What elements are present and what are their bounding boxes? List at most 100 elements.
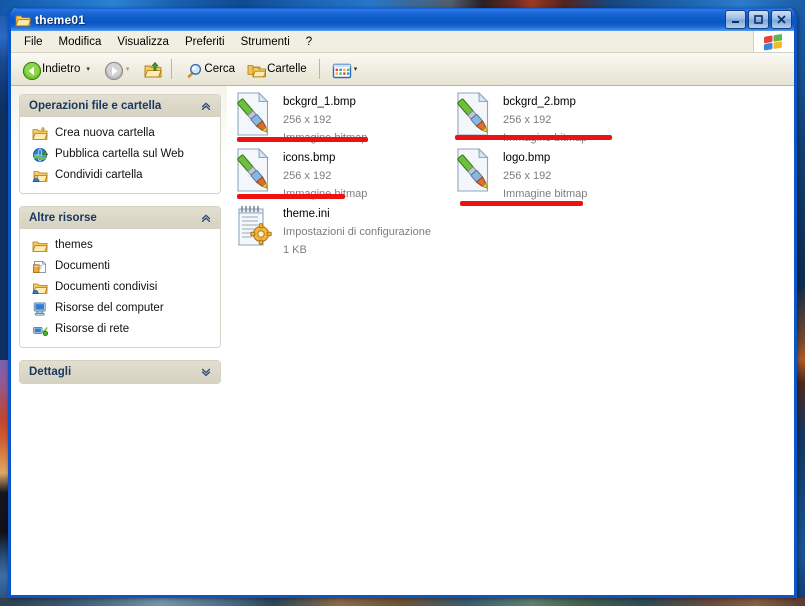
menu-preferiti[interactable]: Preferiti [177, 34, 233, 50]
sidebar-item-documenti-condivisi[interactable]: Documenti condivisi [20, 277, 220, 298]
panel-other-places-header[interactable]: Altre risorse [20, 207, 220, 229]
window-controls [725, 10, 792, 29]
sidebar-item-label: Risorse di rete [55, 323, 130, 335]
chevron-up-icon[interactable] [198, 210, 214, 226]
magnifier-icon [184, 61, 202, 78]
file-list[interactable]: bckgrd_1.bmp 256 x 192 Immagine bitmap [227, 86, 794, 595]
panel-details: Dettagli [19, 360, 221, 384]
file-name: icons.bmp [283, 152, 336, 164]
sidebar-item-label: Pubblica cartella sul Web [55, 148, 184, 160]
file-name: bckgrd_1.bmp [283, 96, 356, 108]
forward-caret-icon[interactable]: ▾ [126, 66, 130, 73]
sidebar-item-label: Documenti [55, 260, 110, 272]
back-arrow-icon [22, 61, 42, 81]
sidebar-item-risorse-di-rete[interactable]: Risorse di rete [20, 319, 220, 340]
sidebar-item-label: Documenti condivisi [55, 281, 158, 293]
bitmap-image-icon [451, 90, 495, 138]
views-icon [332, 61, 351, 79]
windows-flag-icon [753, 31, 794, 52]
bitmap-image-icon [451, 146, 495, 194]
window-title: theme01 [35, 12, 86, 27]
menu-modifica[interactable]: Modifica [51, 34, 110, 50]
my-computer-icon [32, 301, 48, 317]
sidebar-item-pubblica-cartella-sul-web[interactable]: Pubblica cartella sul Web [20, 144, 220, 165]
minimize-button[interactable] [725, 10, 746, 29]
sidebar-item-label: themes [55, 239, 93, 251]
redline-bckgrd-2 [455, 135, 612, 140]
up-folder-icon [143, 61, 163, 78]
sidebar-item-themes[interactable]: themes [20, 235, 220, 256]
panel-details-title: Dettagli [29, 366, 72, 378]
file-dimensions: 256 x 192 [283, 114, 332, 126]
my-documents-icon [32, 259, 48, 275]
bitmap-image-icon [231, 146, 275, 194]
views-caret-icon[interactable]: ▾ [354, 66, 358, 73]
menu-file[interactable]: File [16, 34, 51, 50]
close-button[interactable] [771, 10, 792, 29]
toolbar-separator-2 [318, 59, 320, 79]
title-bar[interactable]: theme01 [11, 8, 794, 31]
panel-details-header[interactable]: Dettagli [20, 361, 220, 383]
file-meta: logo.bmp 256 x 192 Immagine bitmap [503, 146, 587, 202]
back-caret-icon[interactable]: ▾ [86, 66, 90, 73]
maximize-button[interactable] [748, 10, 769, 29]
menu-help[interactable]: ? [298, 34, 320, 50]
file-dimensions: 256 x 192 [503, 114, 552, 126]
panel-file-folder-tasks: Operazioni file e cartella Crea nuova ca… [19, 94, 221, 194]
file-type: Immagine bitmap [503, 188, 588, 200]
file-name: theme.ini [283, 208, 330, 220]
back-button[interactable]: Indietro ▾ [17, 54, 97, 84]
sidebar-item-condividi-cartella[interactable]: Condividi cartella [20, 165, 220, 186]
file-name: bckgrd_2.bmp [503, 96, 576, 108]
new-folder-icon [32, 126, 48, 142]
menu-strumenti[interactable]: Strumenti [233, 34, 298, 50]
file-dimensions: 256 x 192 [283, 170, 332, 182]
folder-icon [15, 12, 32, 28]
panel-other-places-body: themes Documenti Documenti condivisi Ris… [20, 229, 220, 347]
folder-icon [32, 238, 48, 254]
panel-file-folder-tasks-header[interactable]: Operazioni file e cartella [20, 95, 220, 117]
panel-file-folder-tasks-title: Operazioni file e cartella [29, 100, 162, 112]
forward-button[interactable]: ▾ [99, 54, 137, 84]
file-size: 1 KB [283, 244, 307, 256]
redline-logo [460, 201, 583, 206]
task-pane: Operazioni file e cartella Crea nuova ca… [11, 86, 227, 595]
sidebar-item-crea-nuova-cartella[interactable]: Crea nuova cartella [20, 123, 220, 144]
toolbar-separator-1 [171, 59, 173, 79]
folders-label: Cartelle [267, 63, 307, 75]
file-item-logo[interactable]: logo.bmp 256 x 192 Immagine bitmap [451, 146, 661, 202]
search-button[interactable]: Cerca [179, 54, 240, 84]
sidebar-item-documenti[interactable]: Documenti [20, 256, 220, 277]
network-icon [32, 322, 49, 338]
file-type: Impostazioni di configurazione [283, 226, 431, 238]
toolbar: Indietro ▾ ▾ Cerca Cartelle ▾ [11, 53, 794, 86]
desktop-wallpaper-bottom [0, 598, 805, 606]
panel-other-places: Altre risorse themes Documenti Documenti… [19, 206, 221, 348]
folders-icon [247, 61, 267, 78]
search-label: Cerca [204, 63, 236, 75]
globe-icon [32, 147, 49, 163]
menu-visualizza[interactable]: Visualizza [109, 34, 177, 50]
redline-icons [237, 194, 345, 199]
file-name: logo.bmp [503, 152, 551, 164]
shared-folder-icon [32, 168, 48, 184]
bitmap-image-icon [231, 90, 275, 138]
chevron-up-icon[interactable] [198, 98, 214, 114]
file-meta: theme.ini Impostazioni di configurazione… [283, 202, 431, 258]
folders-button[interactable]: Cartelle [242, 54, 312, 84]
up-button[interactable] [138, 54, 164, 84]
file-dimensions: 256 x 192 [503, 170, 552, 182]
file-item-theme-ini[interactable]: theme.ini Impostazioni di configurazione… [231, 202, 461, 258]
sidebar-item-risorse-del-computer[interactable]: Risorse del computer [20, 298, 220, 319]
window-body: Operazioni file e cartella Crea nuova ca… [11, 86, 794, 595]
sidebar-item-label: Condividi cartella [55, 169, 143, 181]
chevron-down-icon[interactable] [198, 364, 214, 380]
shared-documents-icon [32, 280, 48, 296]
back-label: Indietro [42, 63, 81, 75]
explorer-window: theme01 File Modifica Visualizza Preferi… [8, 8, 797, 598]
views-button[interactable]: ▾ [327, 54, 365, 84]
forward-arrow-icon [104, 61, 123, 81]
desktop-wallpaper-right [797, 16, 805, 598]
panel-other-places-title: Altre risorse [29, 212, 97, 224]
sidebar-item-label: Crea nuova cartella [55, 127, 155, 139]
